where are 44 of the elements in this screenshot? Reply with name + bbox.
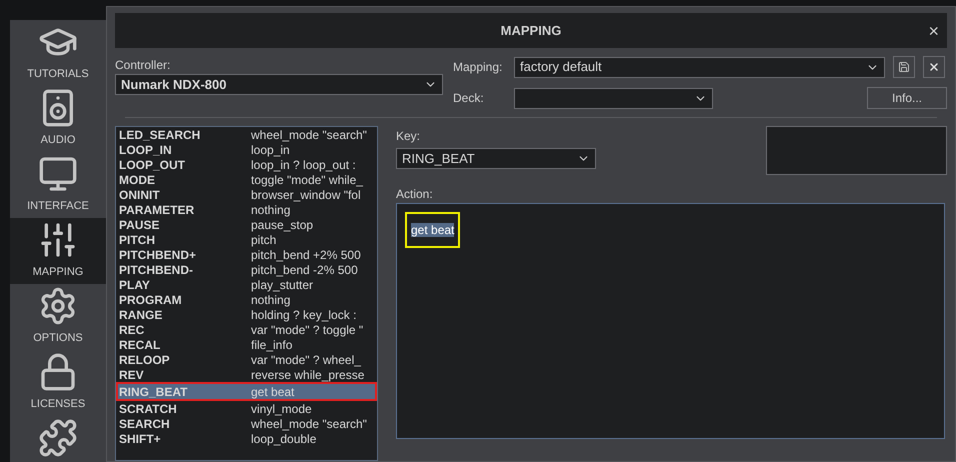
key-list-row[interactable]: SHIFT+ loop_double: [116, 431, 377, 446]
key-list-row[interactable]: PAUSE pause_stop: [116, 217, 377, 232]
puzzle-icon: [38, 418, 78, 458]
sidebar-item[interactable]: TUTORIALS: [10, 20, 106, 86]
deck-dropdown[interactable]: [514, 88, 713, 108]
controller-dropdown[interactable]: Numark NDX-800: [115, 74, 443, 95]
key-list-row[interactable]: RECAL file_info: [116, 337, 377, 352]
close-icon: [928, 61, 940, 73]
key-list-row[interactable]: PITCHBEND- pitch_bend -2% 500: [116, 262, 377, 277]
key-list-row[interactable]: PROGRAM nothing: [116, 292, 377, 307]
key-list-row[interactable]: PLAY play_stutter: [116, 277, 377, 292]
key-list-row[interactable]: ONINIT browser_window "fol: [116, 187, 377, 202]
key-list-row[interactable]: RELOOP var "mode" ? wheel_: [116, 352, 377, 367]
key-list-row[interactable]: LED_SEARCH wheel_mode "search": [116, 127, 377, 142]
info-button[interactable]: Info...: [867, 87, 947, 109]
key-list-row[interactable]: PITCH pitch: [116, 232, 377, 247]
sidebar-item[interactable]: LICENSES: [10, 350, 106, 416]
key-list-row[interactable]: REC var "mode" ? toggle ": [116, 322, 377, 337]
mapping-dropdown[interactable]: factory default: [514, 56, 885, 78]
sidebar-item[interactable]: OPTIONS: [10, 284, 106, 350]
key-list-row[interactable]: SEARCH wheel_mode "search": [116, 416, 377, 431]
save-icon: [898, 61, 910, 73]
key-list-row[interactable]: MODE toggle "mode" while_: [116, 172, 377, 187]
key-list-row[interactable]: LOOP_IN loop_in: [116, 142, 377, 157]
key-list-row[interactable]: LOOP_OUT loop_in ? loop_out :: [116, 157, 377, 172]
sidebar-item[interactable]: MAPPING: [10, 218, 106, 284]
key-list-row[interactable]: RANGE holding ? key_lock :: [116, 307, 377, 322]
deck-label: Deck:: [453, 90, 485, 107]
close-button[interactable]: ×: [928, 22, 939, 40]
key-list-row[interactable]: REV reverse while_presse: [116, 367, 377, 382]
key-dropdown[interactable]: RING_BEAT: [396, 148, 596, 169]
key-list-row[interactable]: PARAMETER nothing: [116, 202, 377, 217]
sidebar-item[interactable]: AUDIO: [10, 86, 106, 152]
save-button[interactable]: [893, 56, 915, 78]
controller-label: Controller:: [115, 57, 172, 74]
sidebar-item[interactable]: INTERFACE: [10, 152, 106, 218]
key-list-row[interactable]: RING_BEAT get beat: [116, 382, 377, 401]
key-list-row[interactable]: SCRATCH vinyl_mode: [116, 401, 377, 416]
window-title: MAPPING: [500, 22, 562, 40]
key-list-row[interactable]: PITCHBEND+ pitch_bend +2% 500: [116, 247, 377, 262]
key-label: Key:: [396, 128, 422, 145]
action-label: Action:: [396, 186, 434, 203]
delete-button[interactable]: [923, 56, 945, 78]
mapping-label: Mapping:: [453, 59, 504, 76]
